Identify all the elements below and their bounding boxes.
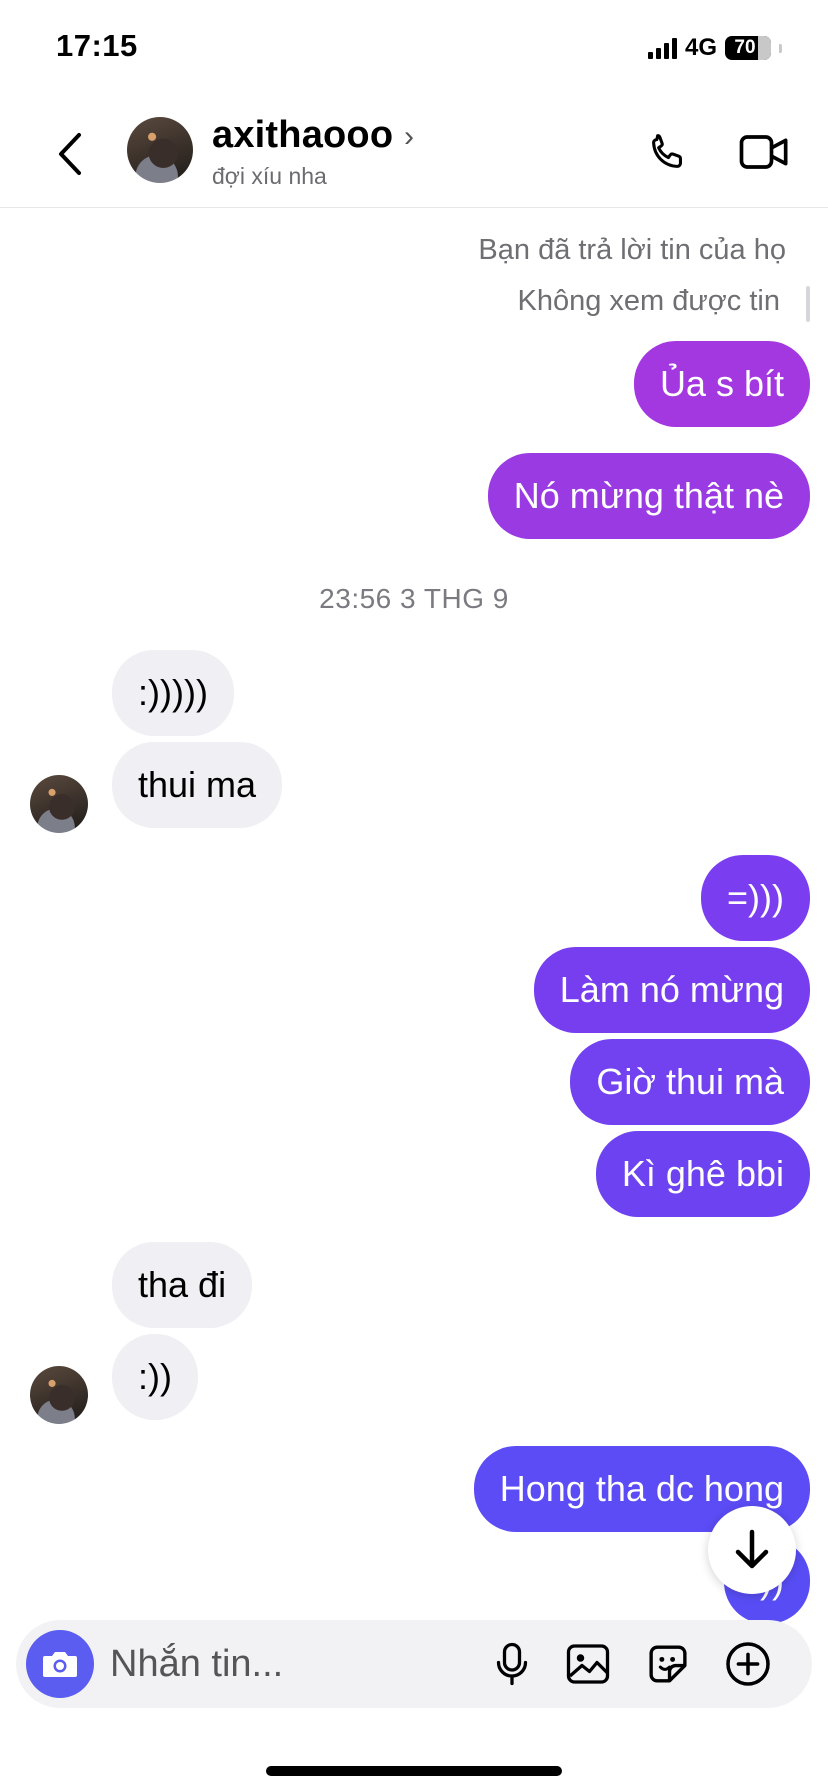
- battery-level: 70: [734, 37, 756, 58]
- message-incoming[interactable]: :))))): [112, 650, 234, 736]
- more-options-button[interactable]: [720, 1636, 776, 1692]
- contact-name[interactable]: axithaooo: [212, 114, 393, 157]
- status-time: 17:15: [56, 28, 138, 63]
- contact-status: đợi xíu nha: [212, 163, 327, 189]
- message-incoming[interactable]: thui ma: [112, 742, 283, 828]
- chevron-right-icon[interactable]: ›: [404, 120, 414, 154]
- sender-avatar[interactable]: [30, 775, 88, 833]
- camera-icon: [43, 1652, 77, 1677]
- voice-call-button[interactable]: [640, 124, 696, 180]
- message-outgoing[interactable]: Ủa s bít: [633, 341, 810, 427]
- image-icon: [566, 1644, 610, 1684]
- sticker-icon: [649, 1645, 687, 1683]
- message-incoming[interactable]: tha đi: [112, 1242, 253, 1328]
- sticker-button[interactable]: [640, 1636, 696, 1692]
- voice-message-button[interactable]: [484, 1636, 540, 1692]
- reply-quoted-text[interactable]: Không xem được tin: [517, 285, 780, 318]
- reply-note: Bạn đã trả lời tin của họ: [478, 234, 786, 266]
- video-camera-icon: [739, 135, 788, 169]
- chevron-left-icon: [59, 133, 81, 175]
- reply-quote-bar: [806, 286, 810, 322]
- battery-tip: [779, 43, 782, 53]
- microphone-icon: [496, 1642, 528, 1686]
- network-type: 4G: [684, 34, 717, 61]
- message-outgoing[interactable]: Làm nó mừng: [533, 947, 810, 1033]
- message-outgoing[interactable]: Giờ thui mà: [570, 1039, 810, 1125]
- battery-icon: 70: [725, 36, 771, 60]
- plus-circle-icon: [726, 1642, 770, 1686]
- timestamp-separator: 23:56 3 THG 9: [319, 583, 509, 614]
- phone-icon: [652, 134, 682, 168]
- contact-avatar[interactable]: [127, 117, 193, 183]
- sender-avatar[interactable]: [30, 1366, 88, 1424]
- chat-header: axithaooo › đợi xíu nha: [0, 100, 828, 208]
- message-incoming[interactable]: :)): [112, 1334, 198, 1420]
- message-outgoing[interactable]: Nó mừng thật nè: [487, 453, 810, 539]
- message-outgoing[interactable]: =))): [701, 855, 810, 941]
- signal-icon: [647, 37, 677, 59]
- arrow-down-icon: [735, 1529, 769, 1569]
- message-input[interactable]: [110, 1636, 470, 1692]
- video-call-button[interactable]: [734, 124, 794, 180]
- scroll-to-bottom-button[interactable]: [708, 1506, 796, 1594]
- status-indicators: 4G 70: [647, 34, 782, 62]
- message-outgoing[interactable]: Kì ghê bbi: [595, 1131, 810, 1217]
- gallery-button[interactable]: [560, 1636, 616, 1692]
- camera-button[interactable]: [26, 1630, 94, 1698]
- home-indicator: [266, 1766, 562, 1776]
- back-button[interactable]: [50, 126, 90, 182]
